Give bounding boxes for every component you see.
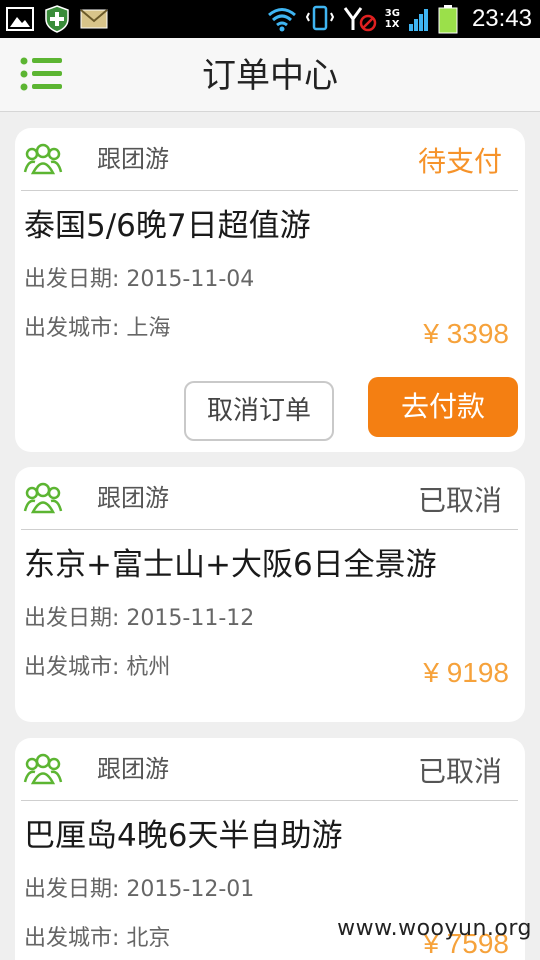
network-indicator: 3G 1X — [385, 8, 400, 30]
order-card[interactable]: 跟团游 待支付 泰国5/6晚7日超值游 出发日期: 2015-11-04 出发城… — [15, 128, 525, 452]
battery-icon — [438, 5, 458, 34]
order-status: 已取消 — [417, 484, 502, 517]
order-price: ¥ 9198 — [423, 657, 509, 688]
departure-date: 出发日期: 2015-11-04 — [24, 267, 255, 292]
shield-plus-icon — [45, 5, 69, 33]
wifi-icon — [267, 8, 296, 32]
mail-icon — [80, 9, 108, 29]
no-signal-icon — [343, 7, 377, 32]
group-tour-icon — [23, 143, 63, 175]
status-bar: 3G 1X 23:43 — [0, 0, 540, 38]
departure-city: 出发城市: 上海 — [24, 316, 171, 341]
order-card-header: 跟团游 已取消 — [15, 467, 525, 531]
app-header: 订单中心 — [0, 38, 540, 112]
divider — [21, 190, 518, 191]
system-icons: 3G 1X 23:43 — [267, 3, 532, 35]
departure-date: 出发日期: 2015-11-12 — [24, 606, 255, 631]
network-type-bottom: 1X — [384, 19, 400, 30]
order-status: 已取消 — [417, 755, 502, 788]
order-category: 跟团游 — [97, 145, 169, 173]
group-tour-icon — [23, 753, 63, 785]
group-tour-icon — [23, 482, 63, 514]
order-card[interactable]: 跟团游 已取消 东京+富士山+大阪6日全景游 出发日期: 2015-11-12 … — [15, 467, 525, 722]
network-type-top: 3G — [384, 8, 400, 19]
clock: 23:43 — [471, 5, 532, 32]
pay-button[interactable]: 去付款 — [368, 377, 518, 437]
vibrate-icon — [305, 5, 334, 31]
order-price: ¥ 3398 — [423, 318, 509, 349]
departure-city: 出发城市: 杭州 — [24, 655, 171, 680]
trip-title: 东京+富士山+大阪6日全景游 — [24, 547, 437, 583]
watermark: www.wooyun.org — [337, 916, 532, 941]
departure-date: 出发日期: 2015-12-01 — [24, 877, 255, 902]
menu-list-icon — [20, 57, 62, 91]
gallery-icon — [6, 7, 34, 31]
page-title: 订单中心 — [202, 56, 338, 96]
trip-title: 巴厘岛4晚6天半自助游 — [24, 818, 343, 854]
trip-title: 泰国5/6晚7日超值游 — [24, 208, 311, 244]
departure-city: 出发城市: 北京 — [24, 926, 171, 951]
order-card-header: 跟团游 待支付 — [15, 128, 525, 192]
notification-icons — [6, 5, 108, 33]
order-category: 跟团游 — [97, 755, 169, 783]
order-status: 待支付 — [417, 145, 502, 178]
divider — [21, 529, 518, 530]
cancel-order-button[interactable]: 取消订单 — [184, 381, 334, 441]
divider — [21, 800, 518, 801]
order-category: 跟团游 — [97, 484, 169, 512]
menu-button[interactable] — [20, 56, 66, 96]
signal-bars-icon — [408, 9, 428, 31]
order-card-header: 跟团游 已取消 — [15, 738, 525, 802]
